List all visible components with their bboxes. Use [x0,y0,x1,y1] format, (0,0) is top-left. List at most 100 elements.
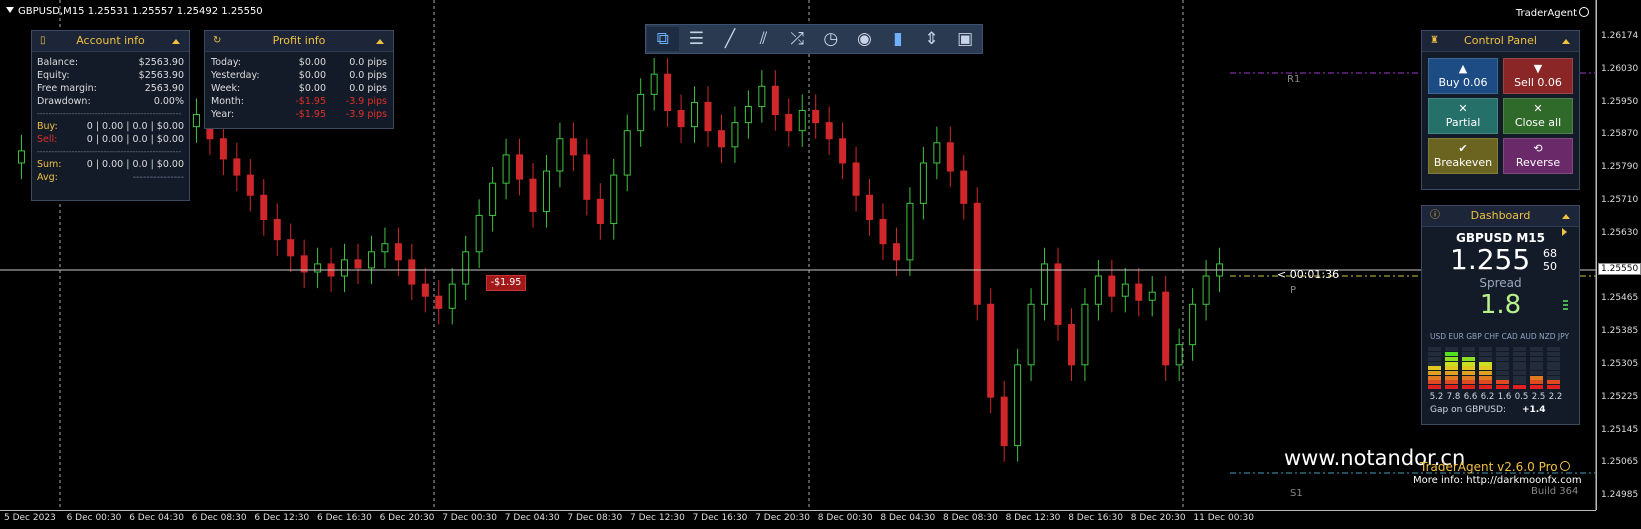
candle-body [381,243,389,253]
candle-body [462,251,470,285]
candlesticks [17,58,1224,462]
candle-body [839,138,847,164]
trash-icon[interactable]: ▮ [882,27,914,51]
candle-body [1081,303,1089,366]
strength-bar [1479,347,1493,389]
shuffle-icon[interactable]: ⤮ [781,27,813,51]
candle-body [798,110,806,132]
split-icon[interactable]: ⇕ [916,27,948,51]
avg-row: Avg: --------------- [37,172,184,183]
time-tick-label: 6 Dec 08:30 [191,513,247,523]
strength-bar [1428,347,1442,389]
candle-body [987,303,995,398]
candle-body [17,150,25,164]
buy-row: Buy: 0 | 0.00 | 0.0 | $0.00 [37,121,184,132]
more-info-link[interactable]: More info: http://darkmoonfx.com [1413,475,1582,486]
candle-body [529,178,537,212]
clock-icon[interactable]: ◷ [815,27,847,51]
time-tick-label: 8 Dec 00:30 [817,513,873,523]
candle-body [394,243,402,261]
reverse-button[interactable]: ⟲ Reverse [1503,138,1573,174]
buy-button[interactable]: ▲ Buy 0.06 [1428,58,1498,94]
sell-button[interactable]: ▼ Sell 0.06 [1503,58,1573,94]
strength-bar [1513,347,1527,389]
windows-icon[interactable]: ⧉ [647,27,679,51]
collapse-caret-icon[interactable] [376,39,384,44]
breakeven-button[interactable]: ✔ Breakeven [1428,138,1498,174]
dropdown-triangle-icon[interactable] [6,7,14,13]
profit-info-header[interactable]: ↻ Profit info [205,31,393,52]
s1-label: S1 [1290,488,1303,499]
strength-value: 0.5 [1514,392,1529,402]
reverse-icon: ⟲ [1533,142,1543,155]
panel-title: Account info [76,34,145,47]
smiley-icon [1579,7,1589,17]
channel-tool-icon[interactable]: ⫽ [748,27,780,51]
time-tick-label: 8 Dec 16:30 [1068,513,1123,523]
candle-body [717,130,725,148]
candle-body [542,170,550,212]
candle-body [1135,283,1143,301]
price-fractional-bottom: 50 [1543,260,1557,273]
candle-body [1121,283,1129,297]
candle-body [314,263,322,273]
candle-body [1094,275,1102,305]
chart-symbol-info: GBPUSD,M15 1.25531 1.25557 1.25492 1.255… [6,6,263,17]
trader-agent-brand: TraderAgent [1516,7,1589,19]
collapse-caret-icon[interactable] [1562,39,1570,44]
candle-body [1054,263,1062,325]
candle-body [1175,344,1183,366]
time-tick-label: 6 Dec 00:30 [66,513,122,523]
time-tick-label: 7 Dec 08:30 [567,513,623,523]
gap-label: Gap on GBPUSD: [1430,405,1506,415]
line-tool-icon[interactable]: ╱ [714,27,746,51]
close-x-icon: ✕ [1533,102,1543,115]
control-panel: ♜ Control Panel ▲ Buy 0.06 ▼ Sell 0.06 ✕ Pa… [1421,30,1580,190]
strength-bar [1445,347,1459,389]
time-tick-label: 7 Dec 12:30 [630,513,685,523]
time-tick-label: 11 Dec 00:30 [1193,513,1254,523]
candle-body [906,202,914,261]
candle-body [744,105,752,124]
candle-body [354,259,362,269]
spread-value: 1.8 [1479,290,1522,320]
dashboard-header[interactable]: ⓘ Dashboard [1422,206,1579,227]
eye-icon[interactable]: ◉ [849,27,881,51]
profit-rows: Today: $0.00 0.0 pips Yesterday: $0.00 0.0 pi… [205,52,393,121]
menu-icon[interactable]: ☰ [681,27,713,51]
price-fractional-top: 68 [1543,247,1557,260]
candle-body [1148,291,1156,301]
candle-body [785,114,793,132]
trade-loss-tag[interactable]: -$1.95 [486,275,526,291]
candle-body [192,114,200,128]
strength-value: 7.8 [1446,392,1461,402]
wallet-icon: ▯ [40,35,46,46]
candle-body [475,214,483,253]
camera-icon[interactable]: ▣ [949,27,981,51]
gap-value: +1.4 [1522,405,1546,415]
candle-body [704,101,712,132]
candle-body [367,251,375,269]
time-tick-label: 8 Dec 12:30 [1005,513,1061,523]
collapse-caret-icon[interactable] [1562,214,1570,219]
time-tick-label: 5 Dec 2023 [4,513,56,523]
time-tick-label: 8 Dec 08:30 [943,513,998,523]
profit-row: Yesterday: $0.00 0.0 pips [211,70,387,81]
candle-body [758,85,766,107]
price-tick-label: 1.26174 [1601,31,1639,41]
divider: ----------------------------------------… [37,110,182,118]
candle-body [919,162,927,204]
spread-label: Spread [1479,276,1522,290]
price-tick-label: 1.25710 [1601,195,1639,205]
strength-value: 6.6 [1463,392,1478,402]
account-info-header[interactable]: ▯ Account info [32,31,189,52]
panel-title: Dashboard [1470,209,1531,222]
close-all-button[interactable]: ✕ Close all [1503,98,1573,134]
sell-row: Sell: 0 | 0.00 | 0.0 | $0.00 [37,134,184,145]
strength-value: 6.2 [1480,392,1495,402]
partial-button[interactable]: ✕ Partial [1428,98,1498,134]
control-panel-header[interactable]: ♜ Control Panel [1422,31,1579,52]
candle-body [583,154,591,200]
collapse-caret-icon[interactable] [172,39,180,44]
dashboard-price: 1.255 [1450,243,1531,276]
